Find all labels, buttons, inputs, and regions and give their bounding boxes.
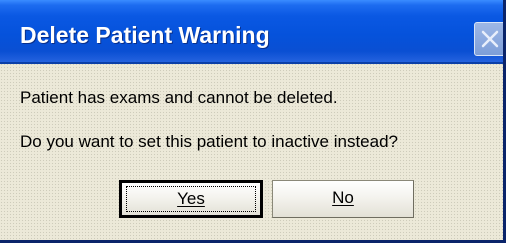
title-bar[interactable]: Delete Patient Warning (0, 0, 503, 64)
message-line-2: Do you want to set this patient to inact… (20, 132, 399, 151)
no-button[interactable]: No (272, 180, 414, 218)
close-icon (481, 30, 499, 48)
window-title: Delete Patient Warning (20, 22, 270, 48)
close-button[interactable] (474, 22, 503, 56)
delete-patient-warning-dialog: Delete Patient Warning Patient has exams… (0, 0, 506, 243)
no-button-label: No (332, 188, 354, 207)
message-line-1: Patient has exams and cannot be deleted. (20, 88, 338, 107)
yes-button[interactable]: Yes (119, 180, 263, 218)
yes-button-label: Yes (177, 189, 205, 208)
